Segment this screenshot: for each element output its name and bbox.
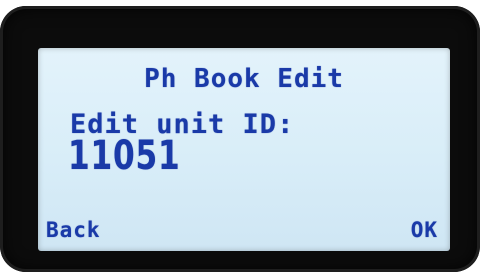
device-bezel: Ph Book Edit Edit unit ID: 11051 Back OK	[0, 6, 480, 272]
lcd-screen: Ph Book Edit Edit unit ID: 11051 Back OK	[38, 48, 450, 251]
unit-id-value[interactable]: 11051	[68, 136, 180, 176]
ok-softkey[interactable]: OK	[411, 220, 438, 241]
screen-title: Ph Book Edit	[144, 64, 344, 94]
back-softkey[interactable]: Back	[46, 220, 101, 241]
